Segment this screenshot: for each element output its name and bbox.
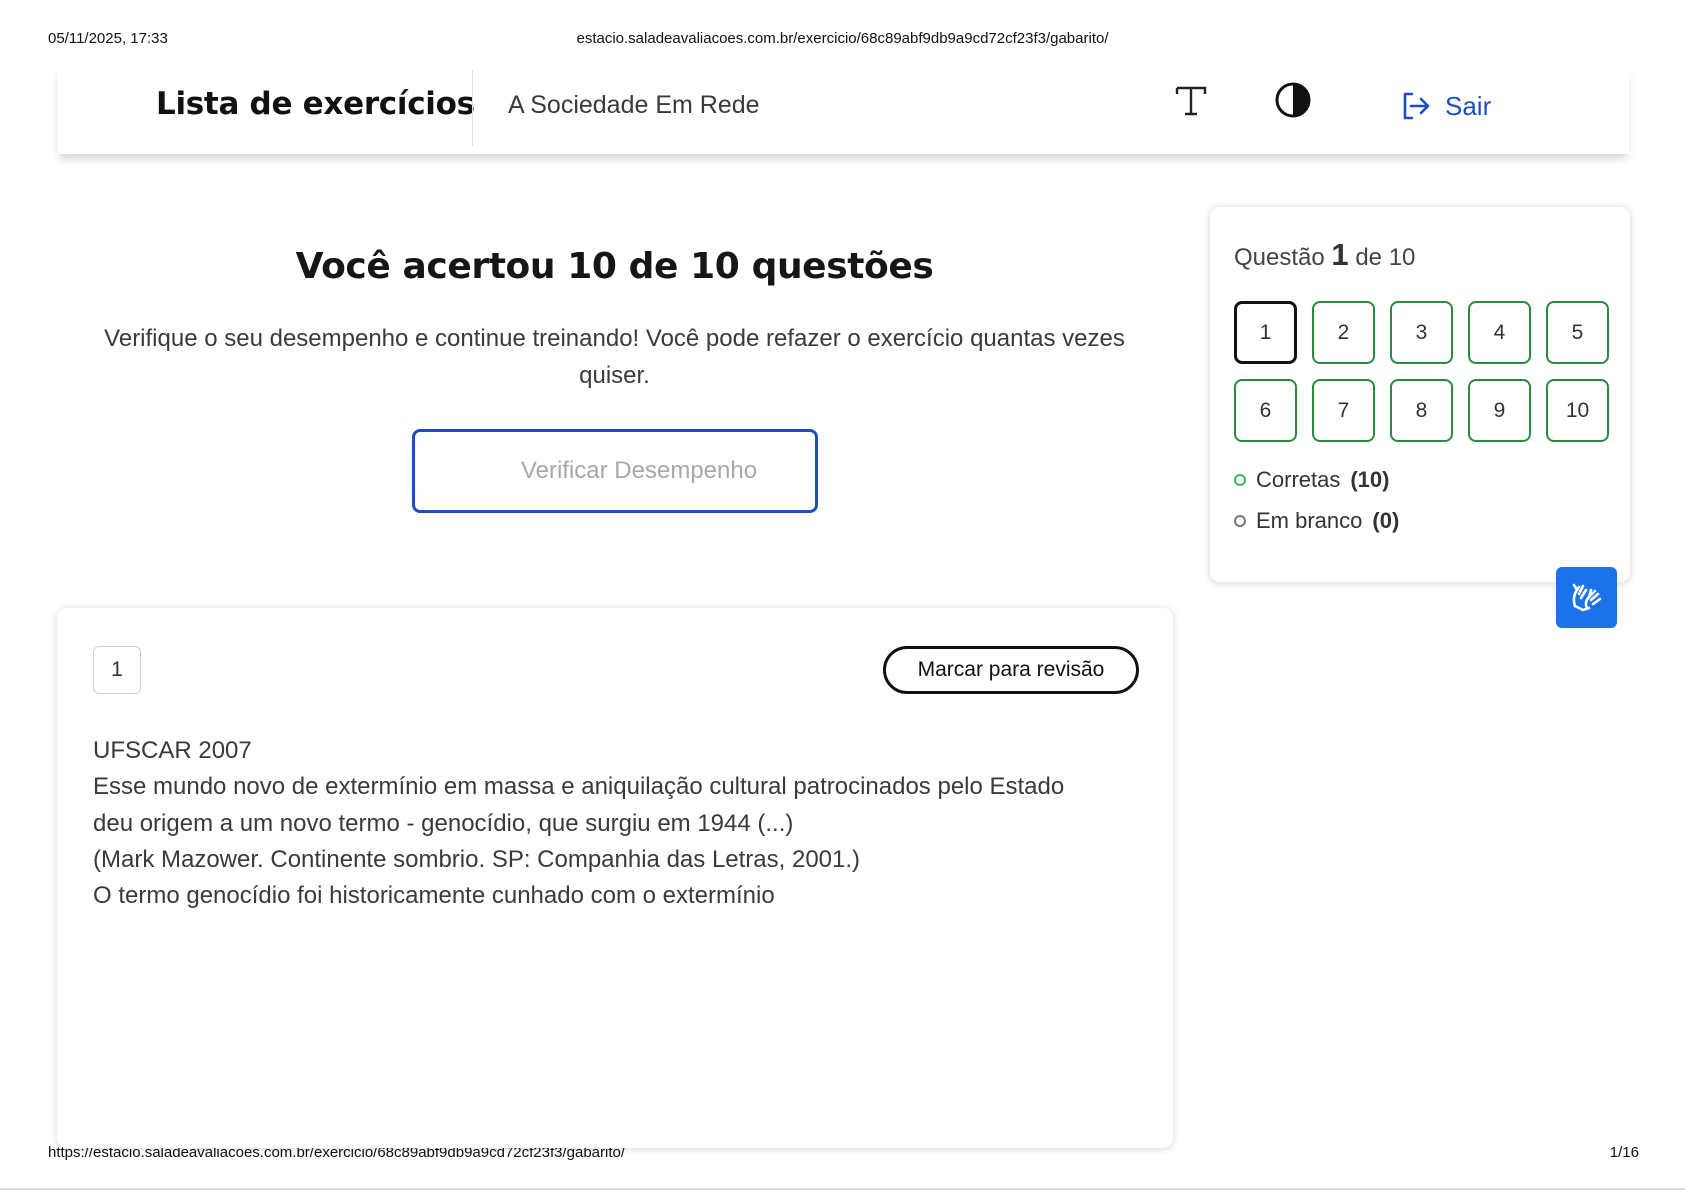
question-button-3[interactable]: 3	[1390, 301, 1453, 364]
question-button-4[interactable]: 4	[1468, 301, 1531, 364]
blank-dot-icon	[1234, 515, 1246, 527]
counter-prefix: Questão	[1234, 244, 1325, 271]
question-button-10[interactable]: 10	[1546, 379, 1609, 442]
header-divider	[472, 70, 473, 146]
print-header-url: estacio.saladeavaliacoes.com.br/exercici…	[576, 30, 1109, 47]
result-message: Verifique o seu desempenho e continue tr…	[104, 325, 1125, 389]
question-number-badge: 1	[93, 646, 141, 694]
contrast-icon-svg	[1275, 82, 1311, 118]
correct-count: (10)	[1350, 467, 1390, 492]
sign-language-hands-icon	[1572, 583, 1601, 611]
text-size-icon-svg	[1175, 86, 1207, 116]
legend-correct: Corretas (10)	[1234, 467, 1389, 493]
question-button-1[interactable]: 1	[1234, 301, 1297, 364]
verify-performance-button[interactable]: Verificar Desempenho	[412, 429, 818, 513]
logout-button[interactable]: Sair	[1399, 86, 1491, 126]
question-button-9[interactable]: 9	[1468, 379, 1531, 442]
question-line: (Mark Mazower. Continente sombrio. SP: C…	[93, 845, 861, 873]
counter-suffix: de 10	[1355, 244, 1416, 271]
contrast-icon[interactable]	[1273, 80, 1313, 120]
question-button-7[interactable]: 7	[1312, 379, 1375, 442]
question-line: Esse mundo novo de extermínio em massa e…	[93, 773, 1065, 801]
logout-icon	[1403, 92, 1430, 120]
logout-label: Sair	[1445, 90, 1492, 121]
sign-language-button[interactable]	[1556, 567, 1617, 628]
mark-for-review-button[interactable]: Marcar para revisão	[883, 646, 1139, 694]
question-statement: UFSCAR 2007 Esse mundo novo de extermíni…	[93, 733, 1153, 914]
correct-dot-icon	[1234, 474, 1246, 486]
question-line: deu origem a um novo termo - genocídio, …	[93, 809, 794, 837]
blank-label: Em branco	[1256, 508, 1363, 533]
question-button-5[interactable]: 5	[1546, 301, 1609, 364]
top-bar: Lista de exercícios A Sociedade Em Rede …	[57, 66, 1629, 154]
print-page-number: 1/16	[1609, 1144, 1639, 1161]
question-grid: 1 2 3 4 5 6 7 8 9 10	[1234, 301, 1609, 442]
question-button-8[interactable]: 8	[1390, 379, 1453, 442]
question-line: O termo genocídio foi historicamente cun…	[93, 882, 775, 910]
question-button-2[interactable]: 2	[1312, 301, 1375, 364]
print-footer-divider	[0, 1188, 1685, 1190]
question-navigator-panel: Questão 1 de 10 1 2 3 4 5 6 7 8 9 10 Cor…	[1210, 207, 1630, 582]
counter-current: 1	[1331, 237, 1349, 272]
question-counter: Questão 1 de 10	[1234, 237, 1415, 273]
blank-count: (0)	[1372, 508, 1400, 533]
question-card: 1 Marcar para revisão UFSCAR 2007 Esse m…	[57, 608, 1173, 1148]
text-size-icon[interactable]	[1171, 80, 1211, 120]
legend-blank: Em branco (0)	[1234, 508, 1399, 534]
subject-title: A Sociedade Em Rede	[508, 91, 760, 119]
correct-label: Corretas	[1256, 467, 1341, 492]
question-button-6[interactable]: 6	[1234, 379, 1297, 442]
page-title: Lista de exercícios	[156, 86, 475, 122]
result-title: Você acertou 10 de 10 questões	[295, 246, 934, 287]
question-line: UFSCAR 2007	[93, 737, 252, 764]
